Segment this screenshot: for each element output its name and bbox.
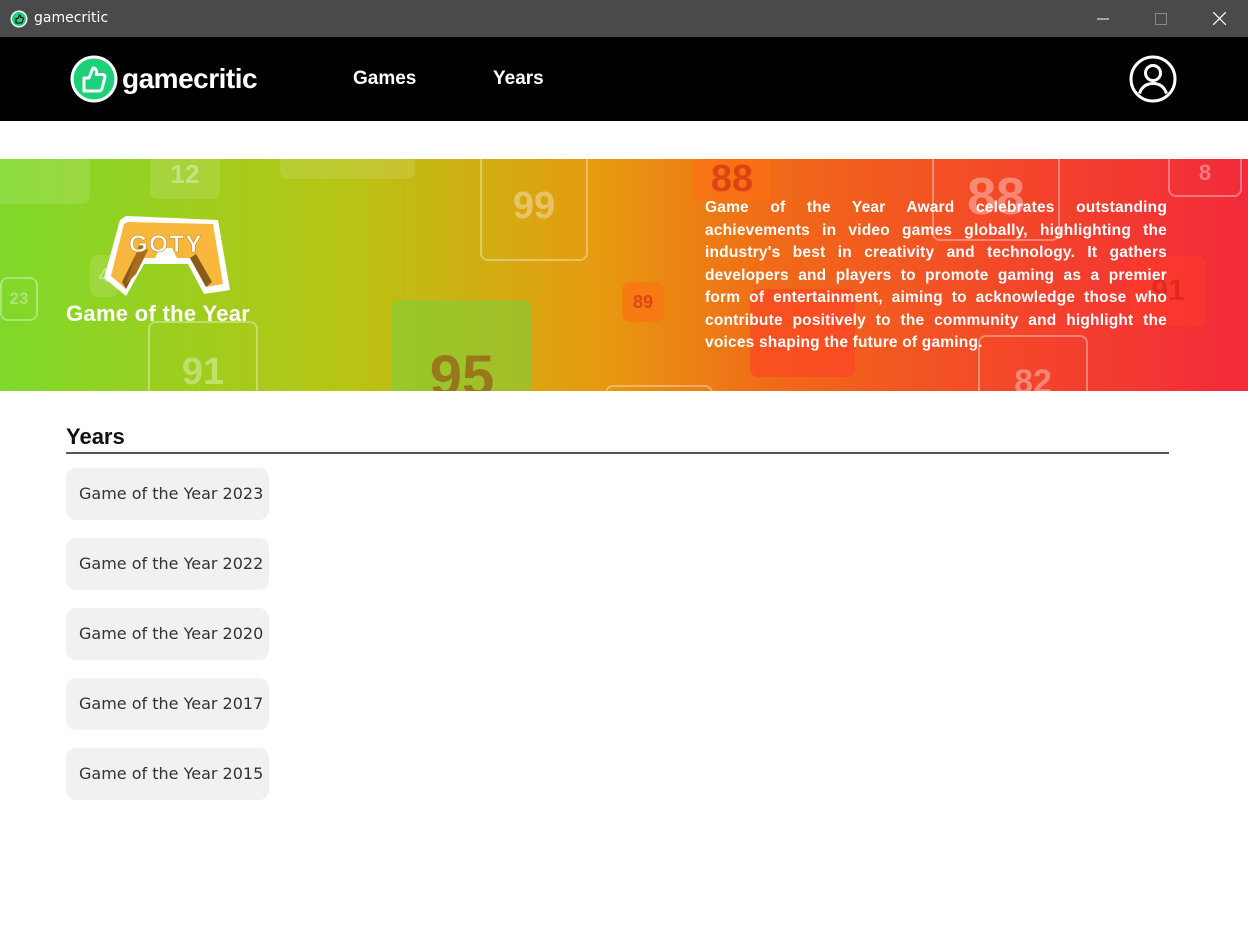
bg-score-tile: 8 <box>1168 159 1242 197</box>
bg-score-tile: 91 <box>148 321 258 391</box>
gamecritic-app-icon <box>10 10 28 28</box>
year-button-2020[interactable]: Game of the Year 2020 <box>66 608 269 660</box>
maximize-icon <box>1155 12 1167 25</box>
close-icon <box>1212 12 1226 25</box>
minimize-button[interactable] <box>1074 0 1132 37</box>
year-button-2017[interactable]: Game of the Year 2017 <box>66 678 269 730</box>
bg-score-tile <box>605 385 713 391</box>
bg-score-tile: 89 <box>622 282 664 322</box>
banner-description: Game of the Year Award celebrates outsta… <box>705 199 1167 351</box>
year-button-2015[interactable]: Game of the Year 2015 <box>66 748 269 800</box>
logo-text: gamecritic <box>122 63 258 94</box>
minimize-icon <box>1097 18 1109 19</box>
bg-score-tile <box>0 159 90 204</box>
year-button-2023[interactable]: Game of the Year 2023 <box>66 468 269 520</box>
top-navbar: gamecritic Games Years <box>0 37 1248 121</box>
goty-badge-text: GOTY <box>129 231 203 258</box>
thumbs-up-icon <box>70 55 118 103</box>
user-account-icon[interactable] <box>1129 55 1177 103</box>
window-title: gamecritic <box>34 10 109 26</box>
years-list: Game of the Year 2023 Game of the Year 2… <box>66 468 269 818</box>
close-button[interactable] <box>1190 0 1248 37</box>
goty-banner: 12 99 88 88 8 23 4 89 91 95 91 82 GOTY G… <box>0 159 1248 391</box>
bg-score-tile: 88 <box>693 159 771 201</box>
bg-score-tile: 99 <box>480 159 588 261</box>
bg-score-tile: 23 <box>0 277 38 321</box>
nav-link-years[interactable]: Years <box>493 68 544 90</box>
nav-link-games[interactable]: Games <box>353 68 416 90</box>
bg-score-tile: 12 <box>150 159 220 199</box>
section-divider <box>66 452 1169 454</box>
window-titlebar: gamecritic <box>0 0 1248 37</box>
banner-title: Game of the Year <box>66 301 251 326</box>
year-button-2022[interactable]: Game of the Year 2022 <box>66 538 269 590</box>
site-logo[interactable]: gamecritic <box>70 55 258 103</box>
maximize-button[interactable] <box>1132 0 1190 37</box>
years-heading: Years <box>66 424 125 449</box>
goty-trophy-icon: GOTY <box>104 216 230 296</box>
bg-score-tile <box>280 159 415 179</box>
bg-score-tile: 95 <box>392 300 532 391</box>
